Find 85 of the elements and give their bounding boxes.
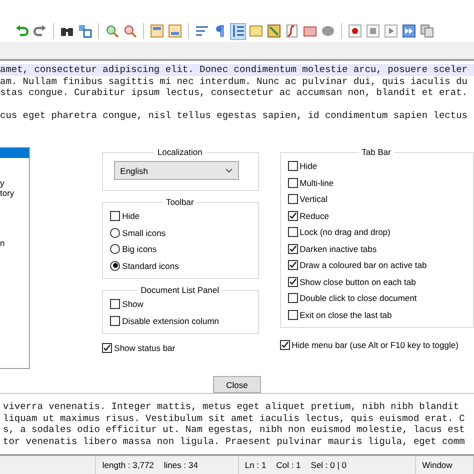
checkbox[interactable] (288, 276, 298, 287)
option-label: Lock (no drag and drop) (300, 227, 390, 238)
code-line: viverra venenatis. Integer mattis, metus eget aliquet pretium, nibh nibh blandit (3, 401, 460, 412)
eol-text: Window (422, 460, 452, 470)
option-label: Big icons (122, 244, 157, 254)
undo-icon (15, 24, 29, 38)
group-title: Toolbar (164, 197, 195, 207)
option-label: Show (122, 299, 144, 310)
code-line: s, a sodales odio efficitur ut. Nam egestas, nibh non euismod molestie, lacus est (3, 424, 466, 436)
wrap-icon (195, 24, 209, 38)
record-icon (348, 24, 362, 38)
line-text: Ln : 1 (244, 460, 266, 470)
code-line: cus eget pharetra congue, nisl tellus egestas sapien, id condimentum sapien lectus (0, 110, 468, 121)
option-label: Draw a coloured bar on active tab (300, 260, 427, 270)
group-title: Localization (156, 147, 204, 157)
option-label: Disable extension column (122, 316, 220, 326)
check-icon (280, 341, 289, 350)
option-label: Standard icons (122, 260, 179, 271)
checkbox[interactable] (288, 210, 298, 221)
option-label: Hide (300, 161, 318, 172)
radio-button[interactable] (110, 260, 120, 271)
list-item[interactable]: tory (0, 188, 30, 198)
checkbox[interactable] (288, 244, 298, 254)
radio-button[interactable] (110, 228, 120, 238)
window-icon (150, 24, 164, 38)
option-label: Hide (122, 211, 140, 222)
indent-icon (231, 24, 245, 38)
checkbox[interactable] (288, 227, 298, 238)
checkbox[interactable] (288, 293, 298, 304)
code-line: tor venenatis libero massa non ligula. Praesent pulvinar mauris ligula, eget comm (3, 436, 466, 447)
column-text: Col : 1 (276, 460, 301, 470)
copy-icon (420, 24, 434, 38)
checkbox[interactable] (288, 260, 298, 270)
function-icon (285, 24, 299, 38)
map-icon (267, 24, 281, 38)
close-button[interactable]: Close (213, 376, 261, 393)
option-label: Darken inactive tabs (300, 244, 377, 254)
chevron-down-icon (224, 168, 233, 173)
fast-forward-icon (402, 24, 416, 38)
option-label: Multi-line (300, 178, 334, 188)
toolbar-button[interactable] (122, 22, 138, 40)
lines-text: lines : 34 (164, 460, 198, 470)
stop-icon (366, 24, 380, 38)
zoom-out-icon (123, 24, 137, 38)
option-label: Vertical (300, 194, 328, 204)
option-label: Small icons (122, 228, 166, 238)
checkbox[interactable] (110, 211, 120, 222)
window-icon (168, 24, 182, 38)
code-line: am. Nullam finibus sagittis mi nec interdum. Nunc ac pulvinar dui, quis iaculis du (0, 76, 468, 87)
code-line: stas congue. Curabitur ipsum lectus, consectetur ac accumsan non, blandit et erat. (0, 87, 468, 98)
checkbox[interactable] (288, 310, 298, 320)
option-label: Show close button on each tab (300, 276, 416, 287)
option-label: Hide menu bar (use Alt or F10 key to toggle) (292, 340, 458, 350)
option-label: Reduce (300, 210, 329, 221)
radio-button[interactable] (110, 244, 120, 254)
toolbar-button[interactable] (401, 22, 417, 40)
checkbox[interactable] (110, 299, 120, 310)
pilcrow-icon (213, 24, 227, 38)
code-line: liquam ut maximus risus. Vestibulum sit amet iaculis lectus, quis euismod erat. C (3, 412, 466, 424)
checkbox[interactable] (288, 178, 298, 188)
check-icon (103, 344, 112, 352)
checkbox[interactable] (110, 316, 120, 326)
length-text: length : 3,772 (102, 460, 154, 470)
option-label: Exit on close the last tab (300, 310, 392, 320)
redo-icon (33, 24, 47, 38)
language-dropdown[interactable]: English (114, 161, 239, 180)
group-title: Document List Panel (140, 285, 220, 295)
checkbox[interactable] (288, 194, 298, 204)
zoom-in-icon (105, 24, 119, 38)
checkbox[interactable] (280, 340, 290, 350)
replace-icon (78, 24, 92, 38)
list-item[interactable]: n (0, 238, 30, 248)
option-label: Show status bar (114, 343, 176, 354)
option-label: Double click to close document (300, 293, 417, 304)
toolbar-button[interactable] (230, 22, 246, 40)
selection-text: Sel : 0 | 0 (310, 460, 347, 470)
group-title: Tab Bar (360, 147, 392, 157)
toolbar-button[interactable] (347, 22, 363, 40)
toolbar-button[interactable] (77, 22, 93, 40)
list-item[interactable]: y (0, 178, 30, 188)
checkbox[interactable] (102, 343, 112, 354)
check-icon (288, 212, 297, 220)
play-icon (384, 24, 398, 38)
toolbar-button[interactable] (284, 22, 300, 40)
checkbox[interactable] (288, 161, 298, 172)
